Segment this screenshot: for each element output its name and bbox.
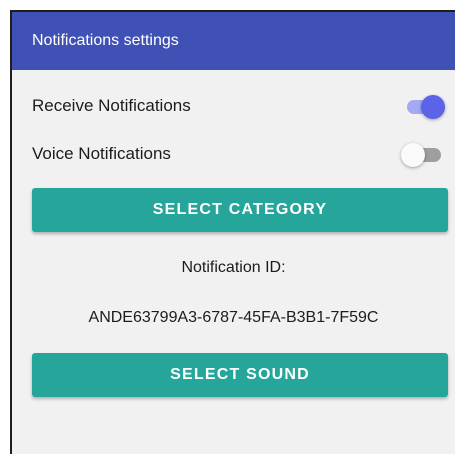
receive-notifications-toggle-thumb	[421, 95, 445, 119]
receive-notifications-label: Receive Notifications	[32, 96, 191, 115]
app-bar-title: Notifications settings	[32, 32, 179, 49]
voice-notifications-label: Voice Notifications	[32, 144, 171, 163]
voice-notifications-row: Voice Notifications	[32, 140, 445, 168]
voice-notifications-toggle[interactable]	[401, 140, 445, 168]
receive-notifications-row: Receive Notifications	[32, 92, 445, 120]
select-sound-button[interactable]: SELECT SOUND	[32, 353, 448, 397]
notification-id-value: ANDE63799A3-6787-45FA-B3B1-7F59C	[88, 309, 379, 326]
voice-notifications-toggle-thumb	[401, 143, 425, 167]
select-category-button[interactable]: SELECT CATEGORY	[32, 188, 448, 232]
receive-notifications-toggle[interactable]	[401, 92, 445, 120]
app-screen: Notifications settings Receive Notificat…	[10, 10, 455, 454]
notification-id-label: Notification ID:	[181, 259, 286, 276]
app-bar: Notifications settings	[12, 12, 455, 70]
